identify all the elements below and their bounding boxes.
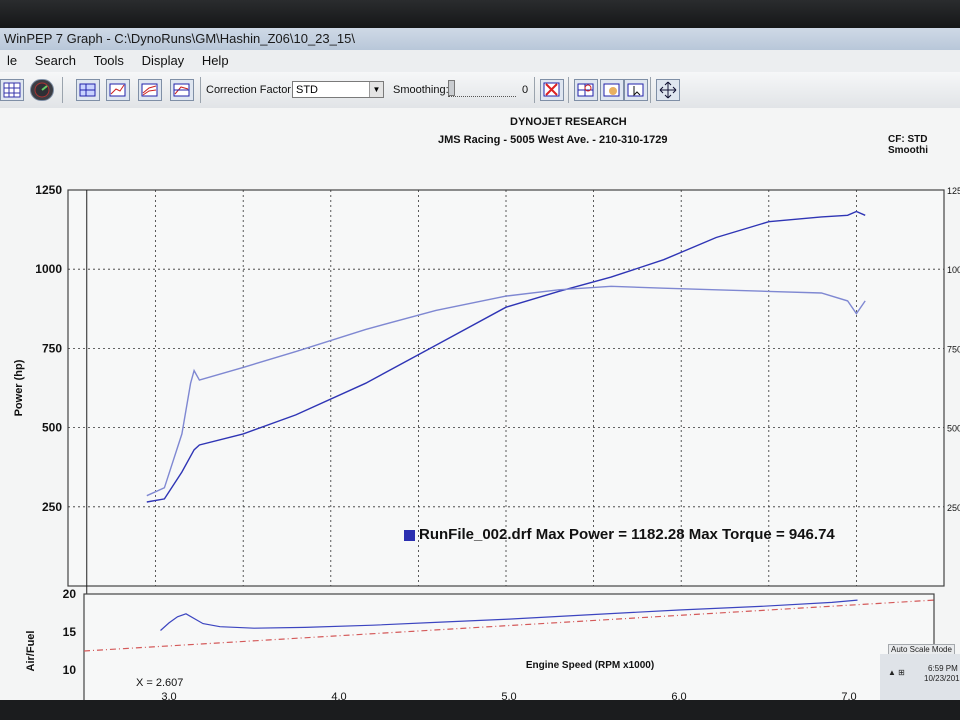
smoothing-slider[interactable] — [448, 80, 516, 97]
correction-factor-select[interactable]: STD ▼ — [292, 81, 384, 98]
monitor-bezel-bottom — [0, 700, 960, 720]
toolbar-separator — [568, 77, 569, 103]
correction-factor-label: Correction Factor: — [206, 84, 295, 96]
x-axis-label: Engine Speed (RPM x1000) — [526, 660, 654, 671]
cursor-readout: X = 2.607 — [136, 677, 183, 689]
dyno-chart[interactable]: 1250 1000 750 500 250 1250 1000 750 500 250 Power … — [0, 108, 960, 720]
graph-line-button[interactable] — [106, 79, 130, 101]
toolbar-separator — [200, 77, 201, 103]
graph-overlay-button[interactable] — [170, 79, 194, 101]
clear-button[interactable] — [540, 79, 564, 101]
y-tick-label-left: 750 — [42, 341, 62, 355]
toolbar-separator — [650, 77, 651, 103]
graph-3d-button[interactable] — [76, 79, 100, 101]
move-arrows-icon — [659, 81, 677, 99]
line-graph-icon — [109, 83, 126, 97]
zoom-button[interactable] — [574, 79, 598, 101]
y-tick-label-right: 750 — [947, 344, 960, 354]
clock-time: 6:59 PM — [928, 664, 958, 673]
menu-help[interactable]: Help — [195, 50, 236, 72]
y-tick-label-right: 1000 — [947, 265, 960, 275]
clock-date: 10/23/2015 — [924, 674, 960, 683]
af-y-axis-label: Air/Fuel — [25, 631, 37, 672]
cursor-icon — [627, 83, 644, 97]
legend-text: RunFile_002.drf Max Power = 1182.28 Max … — [419, 526, 835, 543]
y-tick-label-left: 1000 — [35, 262, 62, 276]
graph-compare-button[interactable] — [138, 79, 162, 101]
network-icon: ▲ ⊞ — [888, 668, 905, 677]
y-tick-label-right: 1250 — [947, 186, 960, 196]
gauge-button[interactable] — [30, 79, 54, 101]
window-title: WinPEP 7 Graph - C:\DynoRuns\GM\Hashin_Z… — [0, 28, 960, 50]
smoothing-value: 0 — [522, 84, 529, 96]
gauge-icon — [34, 82, 50, 98]
y-tick-label-right: 250 — [947, 503, 960, 513]
cursor-button[interactable] — [624, 79, 648, 101]
af-y-tick-label: 10 — [63, 663, 77, 677]
legend-swatch — [404, 529, 415, 541]
zoom-grid-icon — [577, 83, 594, 97]
smoothing-slider-thumb[interactable] — [448, 80, 455, 96]
pan-button[interactable] — [600, 79, 624, 101]
3d-graph-icon — [79, 83, 96, 97]
overlay-graph-icon — [173, 83, 190, 97]
menu-bar: le Search Tools Display Help — [0, 50, 960, 72]
af-y-tick-label: 15 — [63, 625, 77, 639]
grid-view-button[interactable] — [0, 79, 24, 101]
smoothing-label: Smoothing: — [393, 84, 449, 96]
menu-file[interactable]: le — [0, 50, 24, 72]
y-tick-label-left: 500 — [42, 421, 62, 435]
close-icon — [543, 82, 560, 97]
grid-icon — [3, 82, 21, 98]
toolbar-separator — [534, 77, 535, 103]
monitor-bezel-top — [0, 0, 960, 30]
y-tick-label-right: 500 — [947, 424, 960, 434]
y-tick-label-left: 1250 — [35, 183, 62, 197]
menu-search[interactable]: Search — [28, 50, 83, 72]
y-axis-label: Power (hp) — [13, 359, 25, 416]
screen: WinPEP 7 Graph - C:\DynoRuns\GM\Hashin_Z… — [0, 28, 960, 720]
menu-display[interactable]: Display — [135, 50, 192, 72]
hand-icon — [603, 83, 620, 97]
dropdown-arrow-icon[interactable]: ▼ — [369, 82, 383, 97]
toolbar-separator — [62, 77, 63, 103]
compare-graph-icon — [141, 83, 158, 97]
y-tick-label-left: 250 — [42, 500, 62, 514]
legend: RunFile_002.drf Max Power = 1182.28 Max … — [404, 526, 835, 543]
af-y-tick-label: 20 — [63, 587, 77, 601]
toolbar: Correction Factor: STD ▼ Smoothing: 0 — [0, 72, 960, 109]
move-button[interactable] — [656, 79, 680, 101]
correction-factor-value: STD — [296, 84, 318, 96]
menu-tools[interactable]: Tools — [87, 50, 131, 72]
graph-area: DYNOJET RESEARCH JMS Racing - 5005 West … — [0, 108, 960, 720]
